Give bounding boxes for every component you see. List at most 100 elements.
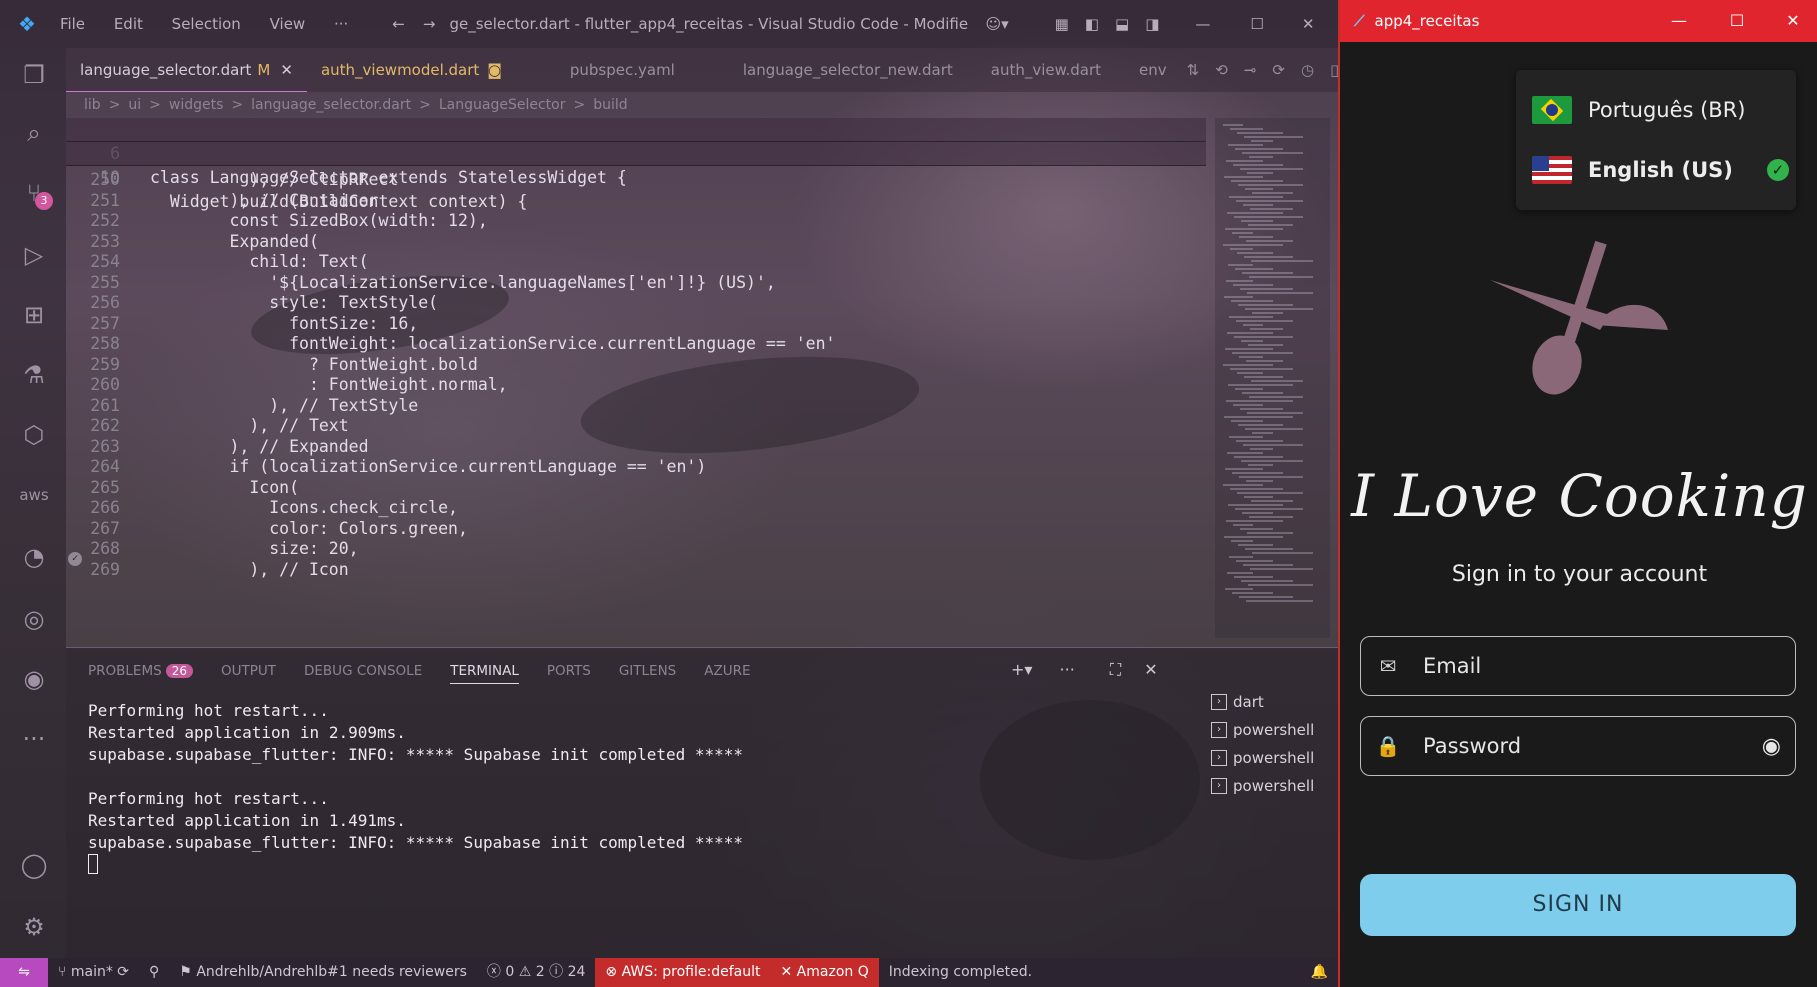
close-panel-icon[interactable]: ✕ [1144, 660, 1157, 679]
breadcrumb-file[interactable]: language_selector.dart [251, 97, 411, 113]
menu-view[interactable]: View [270, 15, 306, 33]
aws-icon[interactable]: aws [17, 478, 51, 512]
tab-language-selector-new[interactable]: language_selector_new.dart [729, 48, 967, 92]
minimap-line [1227, 332, 1273, 334]
language-option-pt-br[interactable]: Português (BR) [1532, 90, 1746, 130]
flutter-app-window: ⟋ app4_receitas — ☐ ✕ Português (BR) Eng… [1338, 0, 1817, 987]
terminal-item-powershell[interactable]: › powershell [1211, 772, 1331, 800]
tab-pubspec[interactable]: pubspec.yaml [556, 48, 689, 92]
menu-edit[interactable]: Edit [114, 15, 143, 33]
toggle-panel-icon[interactable]: ⬓ [1115, 15, 1129, 33]
window-title[interactable]: ge_selector.dart - flutter_app4_receitas… [449, 15, 969, 33]
notifications-icon[interactable]: 🔔 [1301, 958, 1338, 987]
nav-back-icon[interactable]: ← [392, 15, 405, 33]
tab-terminal[interactable]: TERMINAL [450, 659, 519, 684]
aws-profile-status[interactable]: ⊗ AWS: profile:default [595, 958, 771, 987]
tab-auth-viewmodel[interactable]: auth_viewmodel.dart ◙ [307, 48, 516, 92]
extensions-icon[interactable]: ⊞ [17, 298, 51, 332]
minimap-line [1225, 348, 1273, 350]
more-views-icon[interactable]: ··· [17, 722, 51, 756]
app-minimize-icon[interactable]: — [1650, 0, 1708, 42]
minimap[interactable] [1215, 118, 1330, 638]
menu-file[interactable]: File [60, 15, 85, 33]
terminal-item-powershell[interactable]: › powershell [1211, 744, 1331, 772]
pr-status[interactable]: ⚑ Andrehlb/Andrehlb#1 needs reviewers [169, 958, 477, 987]
minimap-line [1235, 268, 1273, 270]
language-option-en-us[interactable]: English (US) ✓ [1532, 150, 1789, 190]
explorer-icon[interactable]: ❐ [17, 58, 51, 92]
copilot-icon[interactable]: ☺▾ [985, 15, 1008, 33]
remote-icon[interactable]: ⇋ [0, 958, 48, 987]
gitlens-back-icon[interactable]: ⟲ [1215, 61, 1228, 79]
run-debug-icon[interactable]: ▷ [17, 238, 51, 272]
close-icon[interactable]: ✕ [1302, 15, 1315, 33]
branch-status[interactable]: ⑂ main* ⟳ [48, 958, 139, 987]
sticky-line[interactable]: 10 Widget build(BuildContext context) { [66, 142, 1206, 211]
split-editor-icon[interactable]: ◫ [1330, 61, 1338, 79]
terminal-output[interactable]: Performing hot restart... Restarted appl… [88, 700, 743, 854]
amazonq-status[interactable]: ✕ Amazon Q [770, 958, 879, 987]
tab-auth-view[interactable]: auth_view.dart [977, 48, 1115, 92]
menu-more[interactable]: ··· [334, 15, 348, 33]
unsaved-dot-icon[interactable]: ◙ [487, 61, 502, 79]
azure-icon[interactable]: ◉ [17, 662, 51, 696]
vscode-logo-icon[interactable]: ❖ [18, 12, 36, 36]
terminal-item-dart[interactable]: › dart [1211, 688, 1331, 716]
accounts-icon[interactable]: ◯ [17, 848, 51, 882]
gitlens-icon[interactable]: ◔ [17, 540, 51, 574]
tab-problems[interactable]: PROBLEMS 26 [88, 659, 193, 683]
remote-explorer-icon[interactable]: ⬡ [17, 418, 51, 452]
timeline-icon[interactable]: ◷ [1301, 61, 1314, 79]
toggle-sidebar-icon[interactable]: ◧ [1085, 15, 1099, 33]
menu-selection[interactable]: Selection [172, 15, 241, 33]
sign-in-button[interactable]: SIGN IN [1360, 874, 1796, 936]
minimap-line [1237, 492, 1303, 494]
gitlens-commit-icon[interactable]: ⊸ [1244, 61, 1257, 79]
minimap-line [1225, 468, 1263, 470]
tab-ports[interactable]: PORTS [547, 659, 591, 683]
breakpoint-icon[interactable]: ✓ [68, 552, 82, 566]
email-field[interactable]: ✉ Email [1360, 636, 1796, 696]
sticky-line[interactable]: 6 class LanguageSelector extends Statele… [66, 118, 1206, 187]
compare-changes-icon[interactable]: ⇅ [1187, 61, 1200, 79]
bottom-panel: PROBLEMS 26 OUTPUT DEBUG CONSOLE TERMINAL… [66, 647, 1338, 958]
tab-debug-console[interactable]: DEBUG CONSOLE [304, 659, 422, 683]
nav-forward-icon[interactable]: → [423, 15, 436, 33]
terminal-item-powershell[interactable]: › powershell [1211, 716, 1331, 744]
app-maximize-icon[interactable]: ☐ [1708, 0, 1766, 42]
gitlens-forward-icon[interactable]: ⟳ [1272, 61, 1285, 79]
minimize-icon[interactable]: — [1195, 15, 1210, 33]
password-field[interactable]: 🔒 Password ◉ [1360, 716, 1796, 776]
visibility-eye-icon[interactable]: ◉ [1762, 734, 1781, 759]
tab-close-icon[interactable]: ✕ [280, 61, 293, 79]
breadcrumb-lib[interactable]: lib [84, 97, 101, 113]
testing-icon[interactable]: ⚗ [17, 358, 51, 392]
panel-more-icon[interactable]: ··· [1060, 660, 1075, 679]
tab-env[interactable]: env [1125, 48, 1181, 92]
app-close-icon[interactable]: ✕ [1764, 0, 1817, 42]
tab-output[interactable]: OUTPUT [221, 659, 276, 683]
minimap-line [1248, 344, 1283, 346]
maximize-panel-icon[interactable]: ⛶ [1110, 660, 1121, 679]
source-control-icon[interactable]: ⑂ 3 [17, 176, 53, 210]
tab-azure[interactable]: AZURE [704, 659, 750, 683]
email-label: Email [1423, 654, 1482, 678]
gitlens-inspect-icon[interactable]: ◎ [17, 602, 51, 636]
maximize-icon[interactable]: ☐ [1250, 15, 1263, 33]
breadcrumb-widgets[interactable]: widgets [169, 97, 224, 113]
git-graph-icon[interactable]: ⚲ [139, 958, 169, 987]
breadcrumb-ui[interactable]: ui [128, 97, 141, 113]
toggle-secondary-sidebar-icon[interactable]: ◨ [1145, 15, 1159, 33]
new-terminal-icon[interactable]: +▾ [1011, 660, 1032, 679]
layout-icon[interactable]: ▦ [1055, 15, 1069, 33]
search-icon[interactable]: ⌕ [17, 116, 51, 150]
minimap-line [1236, 320, 1293, 322]
tab-gitlens[interactable]: GITLENS [619, 659, 676, 683]
brazil-flag-icon [1532, 96, 1572, 124]
code-editor[interactable]: 6 class LanguageSelector extends Statele… [66, 118, 1206, 638]
problems-status[interactable]: ⓧ 0 ⚠ 2 ⓘ 24 [477, 958, 595, 987]
tab-language-selector[interactable]: language_selector.dart M ✕ [66, 48, 307, 92]
breadcrumb-method[interactable]: build [593, 97, 627, 113]
breadcrumb-class[interactable]: LanguageSelector [439, 97, 566, 113]
settings-gear-icon[interactable]: ⚙ [17, 910, 51, 944]
